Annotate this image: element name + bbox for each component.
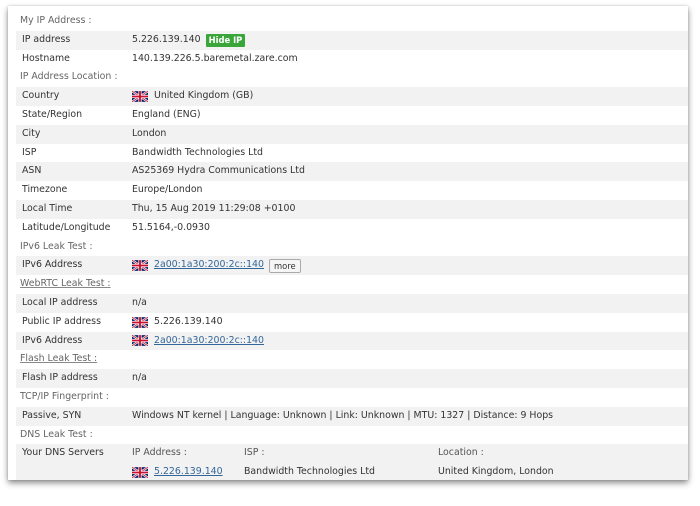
row-tcpip: Passive, SYN Windows NT kernel | Languag… (16, 406, 688, 426)
latlong-value: 51.5164,-0.0930 (132, 221, 210, 233)
ipv6-leak-label: IPv6 Address (22, 259, 83, 271)
row-webrtc-local: Local IP address n/a (16, 293, 688, 313)
section-title-ipv6: IPv6 Leak Test : (20, 240, 93, 252)
isp-value: Bandwidth Technologies Ltd (132, 146, 263, 158)
row-asn: ASN AS25369 Hydra Communications Ltd (16, 162, 688, 182)
state-label: State/Region (22, 108, 83, 120)
uk-flag-icon (132, 316, 148, 328)
tcpip-label: Passive, SYN (22, 409, 82, 421)
webrtc-ipv6-value-wrap: 2a00:1a30:200:2c::140 (132, 332, 264, 351)
ip-address-value: 5.226.139.140 (132, 33, 201, 45)
hostname-label: Hostname (22, 52, 70, 64)
local-time-label: Local Time (22, 202, 73, 214)
more-button[interactable]: more (268, 258, 301, 273)
webrtc-public-value-wrap: 5.226.139.140 (132, 313, 223, 332)
dns-location-cell: United Kingdom, London (438, 466, 554, 478)
section-title-webrtc[interactable]: WebRTC Leak Test : (20, 275, 111, 294)
latlong-label: Latitude/Longitude (22, 221, 111, 233)
section-title-my-ip: My IP Address : (20, 15, 92, 26)
webrtc-local-value: n/a (132, 296, 147, 308)
row-isp: ISP Bandwidth Technologies Ltd (16, 144, 688, 163)
row-city: City London (16, 124, 688, 144)
row-flash-ip: Flash IP address n/a (16, 369, 688, 388)
asn-label: ASN (22, 165, 42, 177)
dns-ip-cell: 5.226.139.140 (132, 463, 223, 480)
dns-label: Your DNS Servers (22, 447, 104, 459)
flash-ip-value: n/a (132, 372, 147, 384)
uk-flag-icon (132, 335, 148, 347)
row-webrtc-ipv6: IPv6 Address 2a00:1a30:200:2c::140 (16, 331, 688, 351)
row-dns-header: Your DNS Servers IP Address : ISP : Loca… (16, 444, 688, 464)
row-webrtc-public: Public IP address 5.226.139.140 (16, 313, 688, 332)
state-value: England (ENG) (132, 108, 201, 120)
section-title-tcpip: TCP/IP Fingerprint : (20, 390, 109, 402)
isp-label: ISP (22, 146, 37, 158)
flash-ip-label: Flash IP address (22, 372, 98, 384)
section-title-location: IP Address Location : (20, 71, 118, 83)
section-webrtc: WebRTC Leak Test : (16, 275, 688, 294)
section-title-flash[interactable]: Flash Leak Test : (20, 350, 97, 369)
country-value: United Kingdom (GB) (154, 90, 254, 102)
dns-header-location: Location : (438, 447, 484, 459)
uk-flag-icon (132, 467, 148, 479)
timezone-label: Timezone (22, 184, 68, 196)
row-state: State/Region England (ENG) (16, 106, 688, 125)
ipv6-leak-value-wrap: 2a00:1a30:200:2c::140 more (132, 256, 301, 275)
hostname-value: 140.139.226.5.baremetal.zare.com (132, 52, 298, 64)
country-value-wrap: United Kingdom (GB) (132, 87, 253, 106)
city-label: City (22, 127, 41, 139)
section-ipv6: IPv6 Leak Test : (16, 238, 688, 257)
row-hostname: Hostname 140.139.226.5.baremetal.zare.co… (16, 50, 688, 69)
uk-flag-icon (132, 91, 148, 103)
country-label: Country (22, 90, 60, 102)
section-flash: Flash Leak Test : (16, 350, 688, 369)
uk-flag-icon (132, 260, 148, 272)
row-ip-address: IP address 5.226.139.140 Hide IP (16, 30, 688, 50)
dns-header-isp: ISP : (244, 447, 265, 459)
ip-address-label: IP address (22, 33, 71, 45)
dns-isp-cell: Bandwidth Technologies Ltd (244, 466, 375, 478)
section-my-ip: My IP Address : (16, 12, 688, 31)
row-country: Country United Kingdom (GB) (16, 87, 688, 106)
city-value: London (132, 127, 167, 139)
ipv6-leak-link[interactable]: 2a00:1a30:200:2c::140 (154, 256, 264, 275)
row-timezone: Timezone Europe/London (16, 181, 688, 200)
dns-ip-link[interactable]: 5.226.139.140 (154, 463, 223, 480)
hide-ip-button[interactable]: Hide IP (205, 33, 246, 47)
asn-value: AS25369 Hydra Communications Ltd (132, 165, 305, 177)
row-local-time: Local Time Thu, 15 Aug 2019 11:29:08 +01… (16, 199, 688, 219)
dns-header-ip: IP Address : (132, 447, 187, 459)
section-title-dns: DNS Leak Test : (20, 428, 93, 440)
ip-address-value-wrap: 5.226.139.140 Hide IP (132, 31, 246, 50)
timezone-value: Europe/London (132, 184, 203, 196)
webrtc-ipv6-label: IPv6 Address (22, 334, 83, 346)
webrtc-ipv6-link[interactable]: 2a00:1a30:200:2c::140 (154, 332, 264, 351)
section-dns: DNS Leak Test : (16, 426, 688, 445)
table-row: 5.226.139.140 Bandwidth Technologies Ltd… (16, 463, 688, 480)
webrtc-public-label: Public IP address (22, 315, 101, 327)
row-ipv6-leak: IPv6 Address 2a00:1a30:200:2c::140 more (16, 256, 688, 276)
section-tcpip: TCP/IP Fingerprint : (16, 388, 688, 407)
ip-info-panel: My IP Address : IP address 5.226.139.140… (8, 6, 688, 480)
ip-info-list: My IP Address : IP address 5.226.139.140… (16, 12, 688, 480)
section-location: IP Address Location : (16, 68, 688, 87)
webrtc-public-value: 5.226.139.140 (154, 315, 223, 327)
tcpip-value: Windows NT kernel | Language: Unknown | … (132, 409, 554, 421)
row-latlong: Latitude/Longitude 51.5164,-0.0930 (16, 219, 688, 238)
local-time-value: Thu, 15 Aug 2019 11:29:08 +0100 (132, 202, 296, 214)
webrtc-local-label: Local IP address (22, 296, 98, 308)
